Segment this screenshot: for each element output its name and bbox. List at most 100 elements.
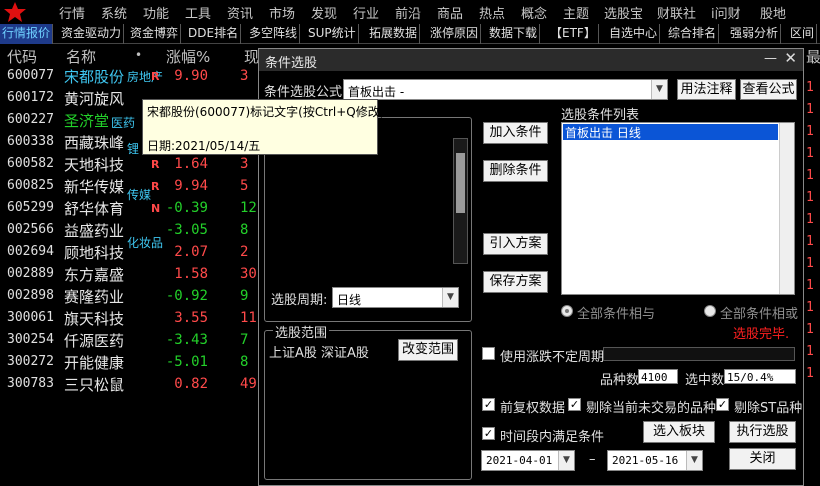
stock-name: 宋都股份 xyxy=(64,68,125,86)
table-row[interactable]: 300272 开能健康 -5.01 8 xyxy=(0,352,260,374)
tab-3[interactable]: DDE排名 xyxy=(186,24,242,44)
usage-notes-button[interactable]: 用法注释 xyxy=(677,79,736,100)
header-code[interactable]: 代码 xyxy=(7,46,37,67)
right-strip-value: 1 xyxy=(806,300,814,315)
table-row[interactable]: 002566 益盛药业 化妆品 -3.05 8 xyxy=(0,220,260,250)
menu-item[interactable]: 主题 xyxy=(563,3,589,22)
right-strip-value: 1 xyxy=(806,344,814,359)
condition-list-item[interactable]: 首板出击 日线 xyxy=(563,124,778,140)
stock-code: 600825 xyxy=(7,178,54,193)
tab-2[interactable]: 资金博弈 xyxy=(128,24,182,44)
menu-item[interactable]: 股地 xyxy=(760,3,786,22)
count-box: 4100 xyxy=(638,369,678,384)
stock-code: 002694 xyxy=(7,244,54,259)
tab-4[interactable]: 多空阵线 xyxy=(247,24,301,44)
tab-0[interactable]: 行情报价 xyxy=(0,24,54,44)
save-plan-button[interactable]: 保存方案 xyxy=(483,271,548,293)
tab-9[interactable]: 【ETF】 xyxy=(548,24,599,44)
tab-5[interactable]: SUP统计 xyxy=(306,24,359,44)
table-row[interactable]: 300061 旗天科技 3.55 11 xyxy=(0,308,260,330)
menu-item[interactable]: 概念 xyxy=(521,3,547,22)
import-plan-button[interactable]: 引入方案 xyxy=(483,233,548,255)
stock-code: 300783 xyxy=(7,376,54,391)
stock-name: 黄河旋风 xyxy=(64,90,125,108)
price: 49 xyxy=(240,376,257,392)
menu-item[interactable]: 商品 xyxy=(437,3,463,22)
menu-item[interactable]: 行业 xyxy=(353,3,379,22)
date-from-picker[interactable]: 2021-04-01 ▼ xyxy=(481,450,575,471)
table-row[interactable]: 605299 舒华体育 N -0.39 12 xyxy=(0,198,260,220)
tab-7[interactable]: 涨停原因 xyxy=(428,24,482,44)
stock-name: 益盛药业 xyxy=(64,222,125,240)
add-condition-button[interactable]: 加入条件 xyxy=(483,122,548,144)
table-row[interactable]: 002898 赛隆药业 -0.92 9 xyxy=(0,286,260,308)
right-strip-value: 1 xyxy=(806,212,814,227)
date-to-picker[interactable]: 2021-05-16 ▼ xyxy=(607,450,703,471)
exclude-st-checkbox[interactable]: ✓ xyxy=(716,398,729,411)
right-strip-value: 1 xyxy=(806,234,814,249)
dialog-titlebar[interactable]: 条件选股 — ✕ xyxy=(259,49,803,71)
chevron-down-icon[interactable]: ▼ xyxy=(686,451,702,470)
close-icon[interactable]: ✕ xyxy=(784,49,797,67)
star-logo-icon[interactable] xyxy=(2,1,28,23)
menu-item[interactable]: 市场 xyxy=(269,3,295,22)
count-label: 品种数 xyxy=(600,373,640,388)
table-row[interactable]: 600825 新华传媒 传媒 R 9.94 5 xyxy=(0,176,260,202)
run-screener-button[interactable]: 执行选股 xyxy=(729,421,796,443)
price: 2 xyxy=(240,244,249,260)
menu-item[interactable]: 工具 xyxy=(185,3,211,22)
close-button[interactable]: 关闭 xyxy=(729,448,796,470)
formula-select[interactable]: 首板出击 - ▼ xyxy=(343,79,668,100)
menu-item[interactable]: 财联社 xyxy=(657,3,696,22)
menu-item[interactable]: 前沿 xyxy=(395,3,421,22)
stock-name: 三只松鼠 xyxy=(64,376,125,394)
minimize-icon[interactable]: — xyxy=(764,51,777,66)
menu-item[interactable]: 行情 xyxy=(59,3,85,22)
tab-12[interactable]: 强弱分析 xyxy=(728,24,782,44)
table-row[interactable]: 300254 仟源医药 -3.43 7 xyxy=(0,330,260,352)
prefq-checkbox[interactable]: ✓ xyxy=(482,398,495,411)
period-select[interactable]: 日线 ▼ xyxy=(332,287,459,308)
date-to-value: 2021-05-16 xyxy=(612,454,679,467)
description-scrollbar[interactable] xyxy=(453,138,468,264)
tab-6[interactable]: 拓展数据 xyxy=(367,24,421,44)
menu-item[interactable]: 选股宝 xyxy=(604,3,643,22)
header-price[interactable]: 现 xyxy=(244,46,259,67)
formula-value: 首板出击 - xyxy=(348,85,405,99)
stock-name: 仟源医药 xyxy=(64,332,125,350)
radio-all-and[interactable] xyxy=(561,305,573,317)
table-row[interactable]: 600077 宋都股份 房地产 R 9.90 3 xyxy=(0,66,260,88)
tab-1[interactable]: 资金驱动力 xyxy=(59,24,125,44)
add-to-block-button[interactable]: 选入板块 xyxy=(643,421,715,443)
view-formula-button[interactable]: 查看公式 xyxy=(740,79,797,100)
chevron-down-icon[interactable]: ▼ xyxy=(442,288,458,307)
delete-condition-button[interactable]: 删除条件 xyxy=(483,160,548,182)
header-change-pct[interactable]: 涨幅% xyxy=(166,46,210,67)
radio-all-or[interactable] xyxy=(704,305,716,317)
table-row[interactable]: 002889 东方嘉盛 1.58 30 xyxy=(0,264,260,286)
tab-13[interactable]: 区间 xyxy=(788,24,818,44)
table-row[interactable]: 600582 天地科技 R 1.64 3 xyxy=(0,154,260,176)
tab-8[interactable]: 数据下载 xyxy=(487,24,541,44)
header-name[interactable]: 名称 xyxy=(66,46,96,67)
uncertain-cycle-checkbox[interactable] xyxy=(482,347,495,360)
exclude-nontrade-checkbox[interactable]: ✓ xyxy=(568,398,581,411)
menu-item[interactable]: 热点 xyxy=(479,3,505,22)
menu-item[interactable]: 功能 xyxy=(143,3,169,22)
table-row[interactable]: 300783 三只松鼠 0.82 49 xyxy=(0,374,260,396)
tab-10[interactable]: 自选中心 xyxy=(607,24,661,44)
change-range-button[interactable]: 改变范围 xyxy=(398,339,458,361)
menu-item[interactable]: 系统 xyxy=(101,3,127,22)
menu-item[interactable]: i问财 xyxy=(711,3,741,22)
chevron-down-icon[interactable]: ▼ xyxy=(558,451,574,470)
condition-list-scrollbar[interactable] xyxy=(779,123,794,294)
menu-item[interactable]: 资讯 xyxy=(227,3,253,22)
menu-item[interactable]: 发现 xyxy=(311,3,337,22)
chevron-down-icon[interactable]: ▼ xyxy=(651,80,667,99)
scrollbar-thumb[interactable] xyxy=(456,153,465,213)
condition-list[interactable]: 首板出击 日线 xyxy=(561,122,795,295)
right-strip-value: 1 xyxy=(806,278,814,293)
tab-11[interactable]: 综合排名 xyxy=(666,24,720,44)
period-condition-checkbox[interactable]: ✓ xyxy=(482,427,495,440)
table-row[interactable]: 002694 顾地科技 2.07 2 xyxy=(0,242,260,264)
